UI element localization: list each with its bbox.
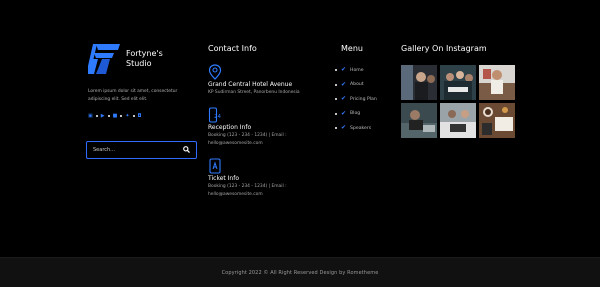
menu-item-blog[interactable]: ✔ Blog [335, 107, 391, 122]
bullet-dot [335, 112, 337, 115]
gallery-grid [401, 65, 516, 138]
contact-item-reception: 24 Reception Info Booking (123 - 234 - 1… [208, 107, 328, 148]
bullet-dot [335, 83, 337, 86]
separator-dot [107, 115, 110, 117]
brand-column: Fortyne's Studio Lorem ipsum dolor sit a… [88, 44, 200, 119]
gallery-photo-desk-work[interactable] [401, 103, 437, 138]
search-box [86, 141, 197, 159]
menu-item-label: Speakers [350, 125, 372, 131]
twitter-icon[interactable]: ✦ [125, 113, 129, 119]
separator-dot [120, 115, 123, 117]
gallery-photo-people-talking[interactable] [401, 65, 437, 100]
menu-item-label: Pricing Plan [350, 96, 377, 102]
gallery-photo-presenter[interactable] [479, 65, 515, 100]
contact-item-title: Reception Info [208, 124, 252, 131]
linkedin-icon[interactable]: ■ [113, 113, 118, 119]
contact-item-ticket: Ticket Info Booking (123 - 234 - 1234) |… [208, 158, 328, 199]
menu-title: Menu [341, 44, 363, 53]
menu-item-speakers[interactable]: ✔ Speakers [335, 121, 391, 136]
footer-main-section: Fortyne's Studio Lorem ipsum dolor sit a… [0, 0, 600, 257]
location-pin-icon [208, 64, 222, 80]
check-icon: ✔ [341, 124, 347, 132]
check-icon: ✔ [341, 80, 347, 88]
contact-item-title: Ticket Info [208, 175, 240, 182]
menu-item-label: Blog [350, 111, 361, 117]
menu-item-about[interactable]: ✔ About [335, 78, 391, 93]
svg-text:24: 24 [214, 114, 221, 120]
menu-column: Menu ✔ Home ✔ About ✔ Pricing Plan ✔ Blog ✔ S… [335, 44, 391, 136]
gallery-photo-group-meeting[interactable] [440, 65, 476, 100]
contact-item-text: Booking (123 - 234 - 1234) | Email : [208, 133, 287, 138]
separator-dot [95, 115, 98, 117]
social-links: ▣ ▶ ■ ✦ ◘ [88, 113, 200, 119]
facebook-icon[interactable]: ▣ [88, 113, 93, 119]
menu-item-home[interactable]: ✔ Home [335, 63, 391, 78]
contact-item-text: Booking (123 - 234 - 1234) | Email : [208, 184, 287, 189]
contact-item-text: KP Sudirman Street, Panorbenu Indonesia [208, 90, 300, 95]
check-icon: ✔ [341, 66, 347, 74]
gallery-title: Gallery On Instagram [401, 44, 487, 53]
check-icon: ✔ [341, 95, 347, 103]
contact-title: Contact Info [208, 44, 257, 53]
search-input[interactable] [93, 147, 183, 153]
bullet-dot [335, 98, 337, 101]
ticket-icon [208, 158, 222, 174]
youtube-icon[interactable]: ▶ [101, 113, 105, 119]
bullet-dot [335, 69, 337, 72]
studio-name: Fortyne's Studio [126, 49, 163, 68]
bullet-dot [335, 127, 337, 130]
about-text: Lorem ipsum dolor sit amet, consectetur … [88, 89, 178, 102]
contact-column: Contact Info Grand Central Hotel Avenue … [208, 44, 328, 199]
contact-item-address: Grand Central Hotel Avenue KP Sudirman S… [208, 64, 328, 97]
menu-list: ✔ Home ✔ About ✔ Pricing Plan ✔ Blog ✔ Speake… [335, 63, 391, 136]
gallery-photo-laptop-team[interactable] [440, 103, 476, 138]
gallery-photo-coffee-notes[interactable] [479, 103, 515, 138]
logo[interactable]: Fortyne's Studio [88, 44, 200, 74]
contact-item-title: Grand Central Hotel Avenue [208, 81, 293, 88]
contact-item-email[interactable]: hello@awesomesite.com [208, 191, 328, 199]
phone-24-icon: 24 [208, 107, 222, 123]
menu-item-pricing-plan[interactable]: ✔ Pricing Plan [335, 92, 391, 107]
check-icon: ✔ [341, 109, 347, 117]
contact-item-email[interactable]: hello@awesomesite.com [208, 140, 328, 148]
gallery-column: Gallery On Instagram [401, 44, 516, 138]
copyright-text: Copyright 2022 © All Right Reserved Desi… [221, 269, 379, 276]
search-icon[interactable] [183, 145, 190, 155]
instagram-icon[interactable]: ◘ [138, 113, 142, 119]
menu-item-label: Home [350, 67, 364, 73]
separator-dot [132, 115, 135, 117]
copyright-bar: Copyright 2022 © All Right Reserved Desi… [0, 257, 600, 287]
ff-logo-icon [88, 44, 120, 74]
menu-item-label: About [350, 82, 364, 88]
